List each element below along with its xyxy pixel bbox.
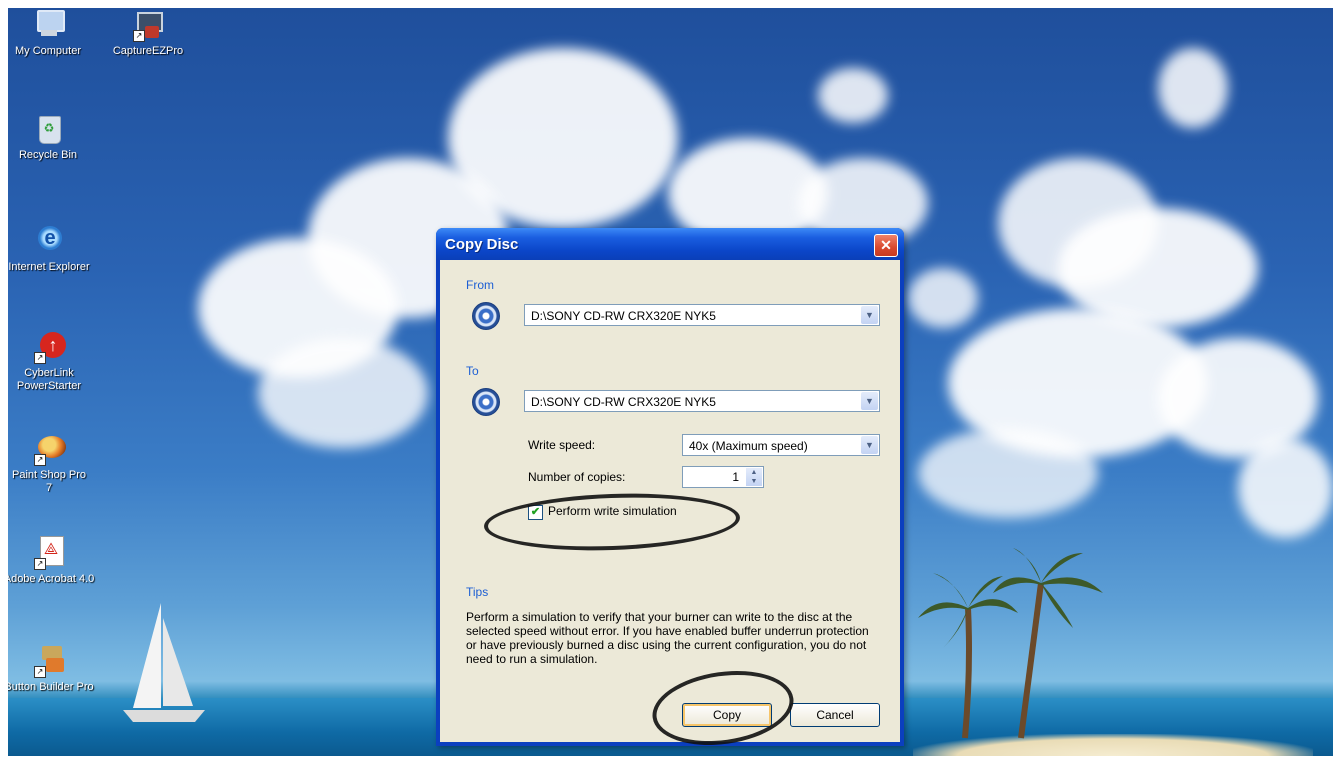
close-button[interactable]: ✕ [874, 234, 898, 257]
cloud [818, 68, 888, 123]
number-of-copies-label: Number of copies: [528, 470, 626, 484]
desktop-icon-recycle-bin[interactable]: ♻ Recycle Bin [8, 112, 93, 162]
cloud [908, 268, 978, 328]
copies-stepper[interactable]: 1 ▲ ▼ [682, 466, 764, 488]
desktop-icon-capture-ez-pro[interactable]: ↗ CaptureEZPro [103, 8, 193, 58]
palm-trees [918, 548, 1103, 739]
to-drive-value: D:\SONY CD-RW CRX320E NYK5 [531, 395, 716, 409]
stepper-arrows-icon[interactable]: ▲ ▼ [746, 468, 762, 486]
from-drive-select[interactable]: D:\SONY CD-RW CRX320E NYK5 ▼ [524, 304, 880, 326]
close-icon: ✕ [880, 237, 892, 253]
cd-drive-icon [472, 302, 500, 330]
chevron-down-icon[interactable]: ▼ [861, 436, 878, 454]
recycle-bin-icon: ♻ [31, 112, 65, 146]
desktop-icon-my-computer[interactable]: My Computer [8, 8, 93, 58]
dialog-title: Copy Disc [445, 236, 519, 253]
write-speed-select[interactable]: 40x (Maximum speed) ▼ [682, 434, 880, 456]
cancel-button-label: Cancel [816, 708, 854, 722]
write-speed-value: 40x (Maximum speed) [689, 439, 808, 453]
internet-explorer-icon: e [32, 224, 66, 258]
button-builder-icon: ↗ [32, 644, 66, 678]
desktop-icon-adobe-acrobat[interactable]: ⟁ ↗ Adobe Acrobat 4.0 [8, 536, 95, 586]
desktop-icon-internet-explorer[interactable]: e Internet Explorer [8, 224, 90, 274]
cd-drive-icon [472, 388, 500, 416]
to-section-label: To [466, 364, 479, 378]
cloud [1238, 438, 1333, 538]
sailboat [123, 603, 205, 722]
copy-disc-dialog: Copy Disc ✕ From D:\SONY CD-RW CRX320E N… [436, 228, 904, 746]
desktop-icon-button-builder-pro[interactable]: ↗ Button Builder Pro [8, 644, 95, 694]
from-drive-value: D:\SONY CD-RW CRX320E NYK5 [531, 309, 716, 323]
cloud [1158, 48, 1228, 128]
capture-app-icon: ↗ [131, 8, 165, 42]
cloud [918, 428, 1098, 518]
cloud [258, 338, 428, 448]
from-section-label: From [466, 278, 494, 292]
cyberlink-powerstarter-icon: ↑ ↗ [32, 330, 66, 364]
my-computer-icon [31, 8, 65, 42]
tips-text: Perform a simulation to verify that your… [466, 610, 869, 666]
chevron-down-icon[interactable]: ▼ [861, 306, 878, 324]
copies-value: 1 [732, 470, 739, 484]
write-speed-label: Write speed: [528, 438, 596, 452]
desktop-icon-cyberlink-powerstarter[interactable]: ↑ ↗ CyberLink PowerStarter [8, 330, 90, 393]
cancel-button[interactable]: Cancel [790, 703, 880, 727]
tips-section-label: Tips [466, 585, 489, 599]
desktop-icon-paint-shop-pro[interactable]: ↗ Paint Shop Pro 7 [8, 432, 90, 495]
chevron-down-icon[interactable]: ▼ [861, 392, 878, 410]
paint-shop-pro-icon: ↗ [32, 432, 66, 466]
dialog-title-bar[interactable]: Copy Disc ✕ [436, 228, 904, 260]
to-drive-select[interactable]: D:\SONY CD-RW CRX320E NYK5 ▼ [524, 390, 880, 412]
adobe-acrobat-icon: ⟁ ↗ [32, 536, 66, 570]
